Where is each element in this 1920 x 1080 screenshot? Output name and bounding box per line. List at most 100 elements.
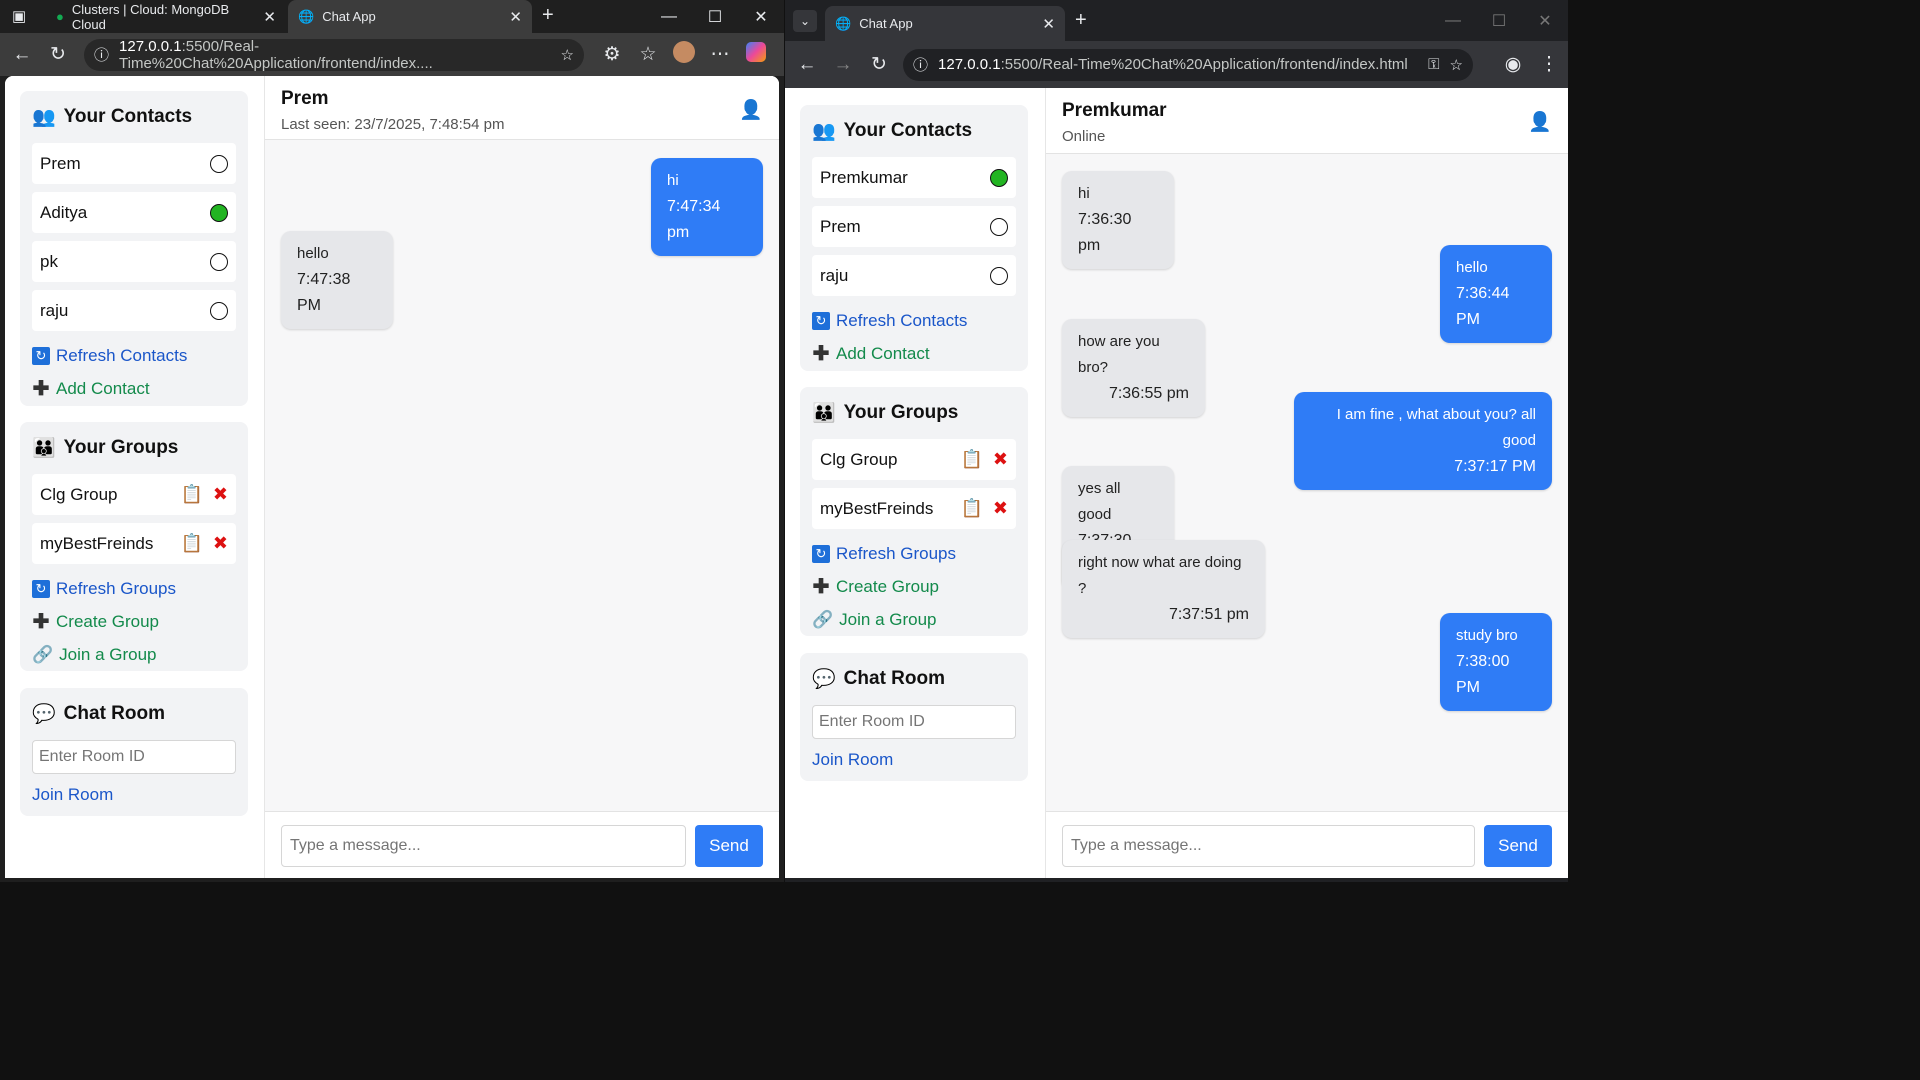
group-item[interactable]: myBestFreinds 📋 ✖ bbox=[32, 523, 236, 564]
contact-item[interactable]: Aditya bbox=[32, 192, 236, 233]
delete-x-icon[interactable]: ✖ bbox=[213, 533, 228, 554]
speech-bubble-icon: 💬 bbox=[812, 669, 836, 690]
room-id-input[interactable] bbox=[812, 705, 1016, 739]
chat-status: Last seen: 23/7/2025, 7:48:54 pm bbox=[281, 116, 505, 133]
delete-x-icon[interactable]: ✖ bbox=[993, 498, 1008, 519]
contacts-panel: 👥 Your Contacts Premkumar Prem raju ↻ Refr… bbox=[800, 105, 1028, 371]
status-offline-icon bbox=[210, 301, 228, 320]
maximize-icon[interactable]: ☐ bbox=[692, 7, 738, 27]
create-group-link[interactable]: ✚ Create Group bbox=[812, 570, 1016, 603]
add-contact-link[interactable]: ✚ Add Contact bbox=[812, 337, 1016, 370]
sidebar-toggle-icon[interactable]: ▣ bbox=[12, 7, 26, 25]
clipboard-icon[interactable]: 📋 bbox=[960, 498, 982, 519]
url-path: :5500/Real-Time%20Chat%20Application/fro… bbox=[1000, 56, 1408, 73]
join-room-link[interactable]: Join Room bbox=[812, 743, 1016, 776]
group-item[interactable]: Clg Group 📋 ✖ bbox=[812, 439, 1016, 480]
address-bar[interactable]: ⓘ 127.0.0.1:5500/Real-Time%20Chat%20Appl… bbox=[903, 48, 1473, 81]
message-composer: Send bbox=[265, 811, 779, 878]
minimize-icon[interactable]: — bbox=[1430, 12, 1476, 30]
bookmark-star-icon[interactable]: ☆ bbox=[1450, 56, 1463, 74]
person-icon[interactable]: 👤 bbox=[1528, 110, 1552, 134]
close-window-icon[interactable]: ✕ bbox=[1522, 11, 1568, 31]
more-menu-icon[interactable]: ⋮ bbox=[1531, 53, 1567, 76]
copilot-icon[interactable] bbox=[738, 41, 774, 68]
message-text: hi bbox=[1078, 185, 1090, 202]
clipboard-icon[interactable]: 📋 bbox=[960, 449, 982, 470]
profile-avatar-icon[interactable] bbox=[666, 40, 702, 69]
profile-icon[interactable]: ◉ bbox=[1495, 53, 1531, 76]
message-time: 7:47:38 PM bbox=[297, 271, 351, 314]
status-online-icon bbox=[210, 203, 228, 222]
create-group-label: Create Group bbox=[56, 611, 159, 631]
extensions-icon[interactable]: ⚙ bbox=[594, 43, 630, 66]
status-online-icon bbox=[990, 168, 1008, 187]
add-contact-link[interactable]: ✚ Add Contact bbox=[32, 372, 236, 405]
message-input[interactable] bbox=[1062, 825, 1475, 867]
join-group-label: Join a Group bbox=[839, 609, 937, 629]
refresh-groups-link[interactable]: ↻ Refresh Groups bbox=[812, 537, 1016, 570]
close-window-icon[interactable]: ✕ bbox=[738, 7, 784, 27]
join-group-link[interactable]: 🔗 Join a Group bbox=[812, 603, 1016, 636]
more-menu-icon[interactable]: ⋯ bbox=[702, 43, 738, 66]
new-tab-icon[interactable]: + bbox=[542, 4, 554, 27]
refresh-contacts-link[interactable]: ↻ Refresh Contacts bbox=[32, 339, 236, 372]
reload-icon[interactable]: ↻ bbox=[40, 43, 76, 66]
tab-chat-app[interactable]: 🌐 Chat App ✕ bbox=[825, 6, 1065, 41]
contact-item[interactable]: raju bbox=[812, 255, 1016, 296]
join-group-link[interactable]: 🔗 Join a Group bbox=[32, 638, 236, 671]
globe-icon: 🌐 bbox=[835, 15, 852, 31]
tab-search-icon[interactable]: ⌄ bbox=[793, 10, 817, 32]
sidebar: 👥 Your Contacts Premkumar Prem raju ↻ Refr… bbox=[785, 88, 1046, 878]
chat-header: Premkumar Online 👤 bbox=[1046, 88, 1568, 154]
delete-x-icon[interactable]: ✖ bbox=[213, 484, 228, 505]
tab-mongodb[interactable]: ● Clusters | Cloud: MongoDB Cloud ✕ bbox=[46, 0, 286, 33]
group-item[interactable]: myBestFreinds 📋 ✖ bbox=[812, 488, 1016, 529]
window-controls: — ☐ ✕ bbox=[646, 0, 784, 33]
reload-icon[interactable]: ↻ bbox=[861, 53, 897, 76]
site-info-icon[interactable]: ⓘ bbox=[94, 44, 109, 65]
bookmark-star-icon[interactable]: ☆ bbox=[561, 46, 574, 64]
contact-item[interactable]: Prem bbox=[812, 206, 1016, 247]
favorites-icon[interactable]: ☆ bbox=[630, 43, 666, 66]
contact-item[interactable]: raju bbox=[32, 290, 236, 331]
forward-icon[interactable]: → bbox=[825, 54, 861, 76]
delete-x-icon[interactable]: ✖ bbox=[993, 449, 1008, 470]
contact-item[interactable]: Prem bbox=[32, 143, 236, 184]
close-tab-icon[interactable]: ✕ bbox=[1042, 15, 1055, 33]
send-button[interactable]: Send bbox=[1484, 825, 1552, 867]
message-text: right now what are doing ? bbox=[1078, 554, 1242, 597]
message-input[interactable] bbox=[281, 825, 686, 867]
clipboard-icon[interactable]: 📋 bbox=[180, 533, 202, 554]
contact-item[interactable]: pk bbox=[32, 241, 236, 282]
group-item[interactable]: Clg Group 📋 ✖ bbox=[32, 474, 236, 515]
room-id-input[interactable] bbox=[32, 740, 236, 774]
join-room-link[interactable]: Join Room bbox=[32, 778, 236, 811]
refresh-contacts-link[interactable]: ↻ Refresh Contacts bbox=[812, 304, 1016, 337]
chat-contact-name: Prem bbox=[281, 88, 329, 109]
person-icon[interactable]: 👤 bbox=[739, 98, 763, 122]
back-icon[interactable]: ← bbox=[4, 44, 40, 66]
send-button[interactable]: Send bbox=[695, 825, 763, 867]
close-tab-icon[interactable]: ✕ bbox=[263, 8, 276, 26]
password-key-icon[interactable]: ⚿ bbox=[1428, 56, 1439, 73]
contact-name: pk bbox=[40, 251, 58, 271]
create-group-link[interactable]: ✚ Create Group bbox=[32, 605, 236, 638]
tab-chat-app[interactable]: 🌐 Chat App ✕ bbox=[288, 0, 532, 33]
site-info-icon[interactable]: ⓘ bbox=[913, 54, 928, 75]
back-icon[interactable]: ← bbox=[789, 54, 825, 76]
refresh-contacts-label: Refresh Contacts bbox=[56, 345, 188, 365]
group-name: Clg Group bbox=[40, 484, 118, 504]
minimize-icon[interactable]: — bbox=[646, 8, 692, 26]
contact-item[interactable]: Premkumar bbox=[812, 157, 1016, 198]
status-offline-icon bbox=[210, 252, 228, 271]
maximize-icon[interactable]: ☐ bbox=[1476, 11, 1522, 31]
contact-name: Prem bbox=[40, 153, 81, 173]
clipboard-icon[interactable]: 📋 bbox=[180, 484, 202, 505]
message-text: hi bbox=[667, 172, 679, 189]
new-tab-icon[interactable]: + bbox=[1075, 9, 1087, 32]
close-tab-icon[interactable]: ✕ bbox=[509, 8, 522, 26]
chat-area: Prem Last seen: 23/7/2025, 7:48:54 pm 👤 … bbox=[265, 76, 779, 878]
address-bar[interactable]: ⓘ 127.0.0.1:5500/Real-Time%20Chat%20Appl… bbox=[84, 38, 584, 72]
refresh-groups-link[interactable]: ↻ Refresh Groups bbox=[32, 572, 236, 605]
leaf-icon: ● bbox=[56, 9, 64, 24]
